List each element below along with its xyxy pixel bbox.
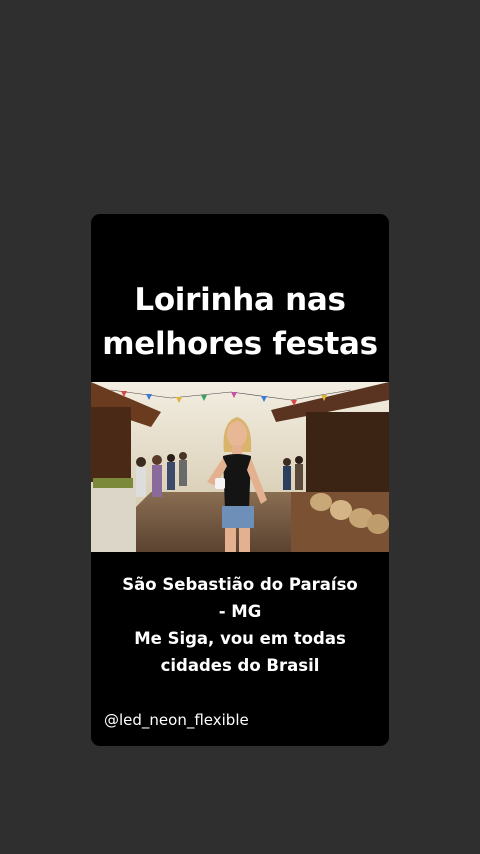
caption-line-2: - MG bbox=[218, 602, 262, 621]
post-title: Loirinha nas melhores festas bbox=[91, 278, 389, 366]
post-caption: São Sebastião do Paraíso - MG Me Siga, v… bbox=[91, 571, 389, 679]
festival-photo bbox=[91, 382, 389, 552]
story-card: Loirinha nas melhores festas São Sebasti… bbox=[91, 214, 389, 746]
title-line-1: Loirinha nas bbox=[134, 282, 346, 318]
title-line-2: melhores festas bbox=[102, 326, 378, 362]
caption-line-1: São Sebastião do Paraíso bbox=[122, 575, 358, 594]
caption-line-4: cidades do Brasil bbox=[160, 656, 320, 675]
caption-line-3: Me Siga, vou em todas bbox=[134, 629, 346, 648]
profile-handle[interactable]: @led_neon_flexible bbox=[104, 710, 249, 730]
